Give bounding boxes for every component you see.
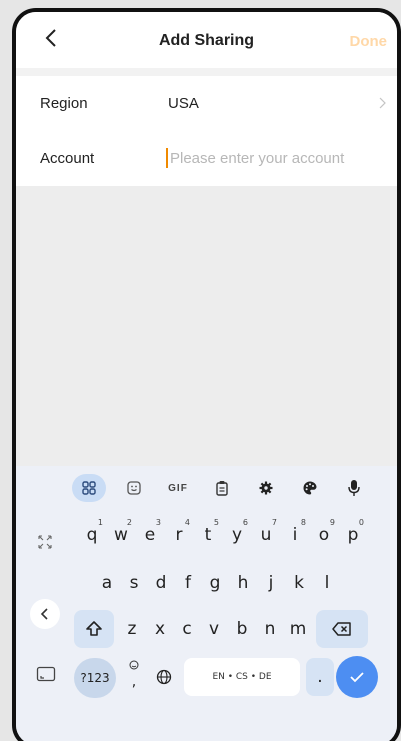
floating-keyboard-icon[interactable]	[32, 660, 60, 688]
settings-gear-icon[interactable]	[250, 474, 282, 502]
account-input[interactable]	[170, 150, 370, 167]
key-g[interactable]: g	[200, 564, 230, 602]
app-header: Add Sharing Done	[16, 12, 397, 68]
checkmark-icon	[350, 672, 364, 683]
key-t-hint: 5	[213, 518, 219, 527]
gif-button[interactable]: GIF	[162, 474, 194, 502]
key-q-hint: 1	[97, 518, 103, 527]
key-r-hint: 4	[184, 518, 190, 527]
phone-frame: Add Sharing Done Region USA Account Plea…	[12, 8, 401, 741]
key-i[interactable]: i8	[280, 516, 310, 554]
key-w-label: w	[114, 525, 128, 545]
key-l[interactable]: l	[312, 564, 342, 602]
key-t-label: t	[204, 525, 212, 545]
key-e-hint: 3	[155, 518, 161, 527]
key-p-label: p	[347, 525, 359, 545]
key-w[interactable]: w2	[106, 516, 136, 554]
key-a[interactable]: a	[92, 564, 122, 602]
account-label: Account	[40, 150, 95, 167]
region-row[interactable]: Region USA	[16, 76, 397, 131]
microphone-icon[interactable]	[338, 474, 370, 502]
account-row: Account	[16, 131, 397, 186]
key-o[interactable]: o9	[309, 516, 339, 554]
keyboard-resize-icon[interactable]	[31, 528, 59, 556]
apps-grid-icon[interactable]	[72, 474, 106, 502]
key-b[interactable]: b	[228, 610, 256, 648]
region-label: Region	[40, 95, 88, 112]
shift-arrow-icon	[86, 621, 102, 636]
keyboard-collapse-icon[interactable]	[30, 599, 60, 629]
key-f[interactable]: f	[173, 564, 203, 602]
key-p-hint: 0	[358, 518, 364, 527]
key-y[interactable]: y6	[222, 516, 252, 554]
key-n[interactable]: n	[256, 610, 284, 648]
key-r-label: r	[175, 525, 183, 545]
space-key[interactable]: EN • CS • DE	[184, 658, 300, 696]
region-value: USA	[168, 95, 199, 112]
key-h[interactable]: h	[228, 564, 258, 602]
key-d[interactable]: d	[146, 564, 176, 602]
key-q[interactable]: q1	[77, 516, 107, 554]
key-j[interactable]: j	[256, 564, 286, 602]
language-key[interactable]	[150, 658, 178, 696]
key-u-hint: 7	[271, 518, 277, 527]
chevron-right-icon	[379, 97, 386, 109]
backspace-icon	[332, 622, 351, 636]
sharing-form: Region USA Account	[16, 76, 397, 186]
key-u[interactable]: u7	[251, 516, 281, 554]
clipboard-icon[interactable]	[206, 474, 238, 502]
key-x[interactable]: x	[146, 610, 174, 648]
symbols-key[interactable]: ?123	[74, 658, 116, 698]
key-t[interactable]: t5	[193, 516, 223, 554]
key-i-label: i	[292, 525, 298, 545]
key-q-label: q	[86, 525, 98, 545]
shift-key[interactable]	[74, 610, 114, 648]
page-title: Add Sharing	[158, 32, 255, 49]
key-o-hint: 9	[329, 518, 335, 527]
backspace-key[interactable]	[316, 610, 368, 648]
text-cursor	[166, 148, 168, 168]
key-i-hint: 8	[300, 518, 306, 527]
emoji-comma-key[interactable]: ,	[122, 654, 146, 698]
key-z[interactable]: z	[118, 610, 146, 648]
key-u-label: u	[260, 525, 272, 545]
key-s[interactable]: s	[119, 564, 149, 602]
section-divider	[16, 68, 397, 76]
comma-label: ,	[131, 674, 137, 690]
key-c[interactable]: c	[173, 610, 201, 648]
palette-icon[interactable]	[294, 474, 326, 502]
emoji-icon	[129, 660, 139, 670]
globe-icon	[156, 669, 172, 685]
key-e[interactable]: e3	[135, 516, 165, 554]
key-e-label: e	[144, 525, 156, 545]
gif-label: GIF	[168, 482, 188, 494]
key-m[interactable]: m	[284, 610, 312, 648]
key-w-hint: 2	[126, 518, 132, 527]
on-screen-keyboard: GIF q 1 w 2 e 3 r 4 t 5 y 6 u 7 i 8 o 9 …	[16, 466, 397, 741]
sticker-icon[interactable]	[118, 474, 150, 502]
key-r[interactable]: r4	[164, 516, 194, 554]
done-button[interactable]: Done	[350, 33, 388, 50]
key-p[interactable]: p0	[338, 516, 368, 554]
key-y-hint: 6	[242, 518, 248, 527]
key-o-label: o	[318, 525, 330, 545]
key-y-label: y	[231, 525, 243, 545]
enter-key[interactable]	[336, 656, 378, 698]
period-key[interactable]: .	[306, 658, 334, 696]
key-k[interactable]: k	[284, 564, 314, 602]
key-v[interactable]: v	[200, 610, 228, 648]
